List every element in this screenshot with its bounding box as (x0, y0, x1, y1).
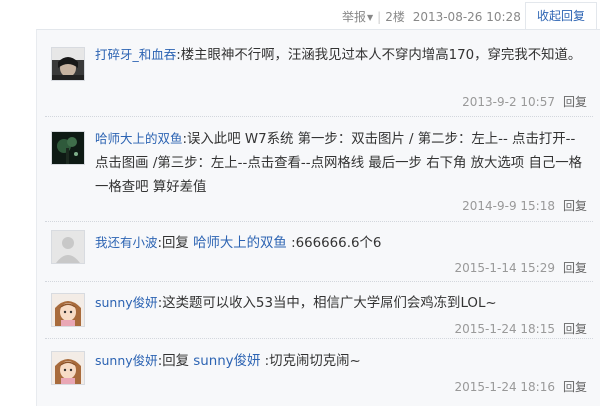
post-datetime: 2013-08-26 10:28 (412, 10, 521, 24)
reply-prefix: 回复 (162, 236, 194, 251)
reply-footer: 2015-1-14 15:29 回复 (454, 259, 587, 276)
reply-item: 打碎牙_和血吞:楼主眼神不行啊，汪涵我见过本人不穿内增高170，穿完我不知道。 … (37, 30, 600, 117)
reply-content: 打碎牙_和血吞:楼主眼神不行啊，汪涵我见过本人不穿内增高170，穿完我不知道。 (95, 43, 587, 68)
collapse-replies-button[interactable]: 收起回复 (525, 2, 597, 29)
reply-footer: 2015-1-24 18:16 回复 (454, 378, 587, 395)
reply-item: sunny俊妍:回复 sunny俊妍 :切克闹切克闹~ 2015-1-24 18… (37, 339, 600, 406)
dark-portrait-avatar[interactable] (51, 47, 85, 81)
reply-datetime: 2013-9-2 10:57 (462, 95, 555, 109)
reply-link[interactable]: 回复 (563, 322, 587, 336)
floor-meta: 举报▼ | 2楼 2013-08-26 10:28 (342, 8, 521, 25)
reply-text: 这类题可以收入53当中，相信广大学屌们会鸡冻到LOL~ (162, 296, 497, 311)
divider: | (377, 10, 382, 24)
reply-item: sunny俊妍:这类题可以收入53当中，相信广大学屌们会鸡冻到LOL~ 2015… (37, 282, 600, 339)
username-link[interactable]: 我还有小波 (95, 235, 158, 250)
reply-panel: 打碎牙_和血吞:楼主眼神不行啊，汪涵我见过本人不穿内增高170，穿完我不知道。 … (36, 29, 600, 406)
username-link[interactable]: sunny俊妍 (95, 295, 158, 310)
floor-header: 举报▼ | 2楼 2013-08-26 10:28 收起回复 (0, 0, 600, 30)
reply-datetime: 2014-9-9 15:18 (462, 199, 555, 213)
anime-girl-avatar[interactable] (51, 293, 85, 327)
reply-content: 我还有小波:回复 哈师大上的双鱼 :666666.6个6 (95, 231, 587, 256)
reply-text: 楼主眼神不行啊，汪涵我见过本人不穿内增高170，穿完我不知道。 (180, 48, 582, 63)
reply-target-link[interactable]: 哈师大上的双鱼 (193, 236, 287, 251)
reply-content: sunny俊妍:这类题可以收入53当中，相信广大学屌们会鸡冻到LOL~ (95, 291, 587, 316)
reply-target-link[interactable]: sunny俊妍 (193, 354, 260, 369)
reply-footer: 2015-1-24 18:15 回复 (454, 320, 587, 337)
reply-datetime: 2015-1-24 18:15 (454, 322, 555, 336)
reply-footer: 2014-9-9 15:18 回复 (462, 197, 587, 214)
reply-item: 哈师大上的双鱼:误入此吧 W7系统 第一步：双击图片 / 第二步：左上-- 点击… (37, 117, 600, 222)
anime-girl-avatar[interactable] (51, 351, 85, 385)
reply-item: 我还有小波:回复 哈师大上的双鱼 :666666.6个6 2015-1-14 1… (37, 222, 600, 282)
reply-text: :666666.6个6 (286, 236, 382, 251)
reply-link[interactable]: 回复 (563, 380, 587, 394)
reply-link[interactable]: 回复 (563, 95, 587, 109)
username-link[interactable]: 打碎牙_和血吞 (95, 47, 176, 62)
reply-text: :切克闹切克闹~ (260, 354, 361, 369)
username-link[interactable]: sunny俊妍 (95, 353, 158, 368)
report-link[interactable]: 举报 (342, 10, 366, 24)
reply-link[interactable]: 回复 (563, 261, 587, 275)
reply-datetime: 2015-1-24 18:16 (454, 380, 555, 394)
dark-tree-avatar[interactable] (51, 131, 85, 165)
username-link[interactable]: 哈师大上的双鱼 (95, 131, 183, 146)
reply-prefix: 回复 (162, 354, 194, 369)
reply-link[interactable]: 回复 (563, 199, 587, 213)
chevron-down-icon[interactable]: ▼ (367, 13, 373, 22)
reply-footer: 2013-9-2 10:57 回复 (462, 93, 587, 110)
reply-datetime: 2015-1-14 15:29 (454, 261, 555, 275)
default-gray-avatar[interactable] (51, 230, 85, 264)
floor-number: 2楼 (385, 10, 405, 24)
reply-content: 哈师大上的双鱼:误入此吧 W7系统 第一步：双击图片 / 第二步：左上-- 点击… (95, 127, 587, 200)
reply-content: sunny俊妍:回复 sunny俊妍 :切克闹切克闹~ (95, 349, 587, 374)
